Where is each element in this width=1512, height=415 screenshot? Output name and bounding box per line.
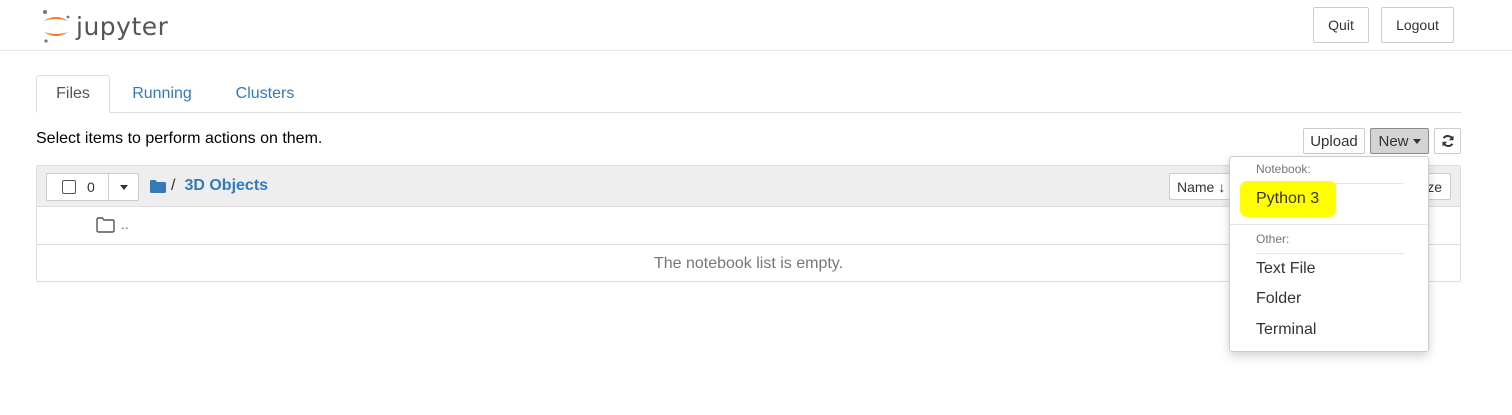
breadcrumb-current-folder[interactable]: 3D Objects [184,177,268,195]
select-menu-toggle[interactable] [109,174,138,200]
tab-files[interactable]: Files [36,75,110,113]
select-all-toggle[interactable]: 0 [47,174,109,200]
menu-item-terminal[interactable]: Terminal [1256,321,1316,339]
quit-button[interactable]: Quit [1313,7,1369,43]
breadcrumb-separator: / [171,177,176,194]
tab-bar: Files Running Clusters [36,75,1461,113]
tab-running[interactable]: Running [126,75,198,113]
selected-count: 0 [87,179,95,195]
folder-icon[interactable] [150,179,166,193]
menu-item-python-3[interactable]: Python 3 [1256,190,1319,208]
upload-button[interactable]: Upload [1303,128,1365,154]
jupyter-logo-icon [43,10,70,43]
section-rule [1256,253,1404,254]
parent-dir-link[interactable]: .. [121,216,129,232]
tab-clusters[interactable]: Clusters [225,75,305,113]
logout-button[interactable]: Logout [1381,7,1454,43]
instructions-text: Select items to perform actions on them. [36,130,323,147]
notebook-section-header: Notebook: [1256,162,1311,176]
caret-down-icon [119,184,128,190]
breadcrumb: / 3D Objects [150,176,268,196]
new-dropdown-menu: Notebook: Python 3 Other: Text File Fold… [1229,156,1429,352]
sort-name-label: Name [1177,178,1215,195]
select-all-dropdown[interactable]: 0 [46,173,139,201]
folder-outline-icon [96,217,115,233]
caret-down-icon [1412,138,1421,144]
menu-item-text-file[interactable]: Text File [1256,260,1316,278]
jupyter-logo[interactable]: jupyter [40,6,168,46]
arrow-down-icon: ↓ [1218,178,1226,195]
new-button[interactable]: New [1370,128,1429,154]
menu-item-folder[interactable]: Folder [1256,290,1301,308]
new-button-label: New [1378,132,1409,150]
menu-divider [1230,224,1428,225]
other-section-header: Other: [1256,232,1290,246]
refresh-icon [1442,135,1453,147]
select-all-checkbox[interactable] [62,180,76,194]
refresh-button[interactable] [1434,128,1461,154]
logo-text: jupyter [76,11,169,41]
top-header: jupyter Quit Logout [0,0,1512,51]
